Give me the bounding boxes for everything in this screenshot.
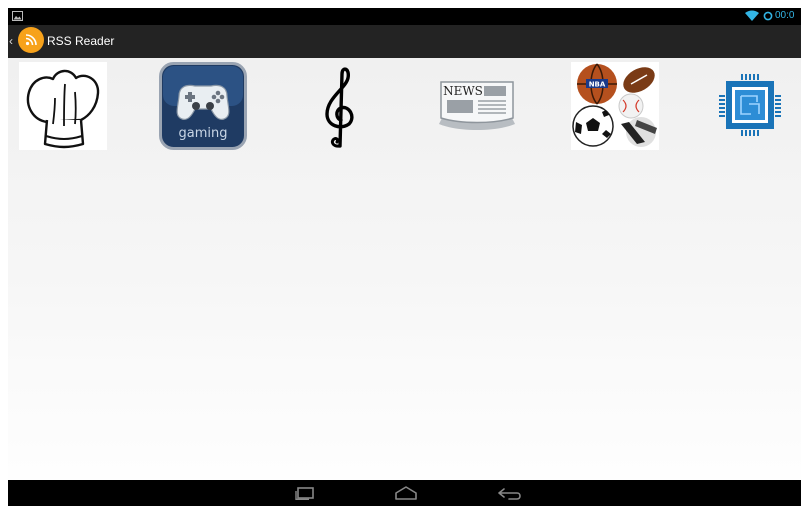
sports-balls-icon: NBA xyxy=(571,62,659,150)
sync-icon xyxy=(763,11,773,21)
status-clock: 00:0 xyxy=(775,10,795,21)
up-caret-icon[interactable]: ‹ xyxy=(9,33,13,49)
wifi-icon xyxy=(745,10,759,21)
chef-hat-icon xyxy=(19,62,107,150)
treble-clef-icon xyxy=(325,67,354,148)
app-title: RSS Reader xyxy=(47,34,115,48)
category-technology[interactable] xyxy=(707,62,795,150)
category-news[interactable]: NEWS xyxy=(433,62,521,150)
gamepad-icon: gaming xyxy=(159,62,247,150)
action-bar: ‹ RSS Reader xyxy=(8,25,801,58)
chip-icon xyxy=(719,74,781,136)
category-sports[interactable]: NBA xyxy=(571,62,659,150)
android-screen: 00:0 ‹ RSS Reader gaming NEWS NBA xyxy=(8,8,801,506)
category-music[interactable] xyxy=(296,62,384,150)
navigation-bar xyxy=(8,480,801,506)
nba-label: NBA xyxy=(589,81,606,89)
image-notification-icon xyxy=(12,11,23,21)
newspaper-icon: NEWS xyxy=(439,81,515,130)
category-cooking[interactable] xyxy=(19,62,107,150)
home-icon[interactable] xyxy=(395,486,417,500)
status-bar: 00:0 xyxy=(8,8,801,25)
category-gaming[interactable]: gaming xyxy=(159,62,247,150)
recent-apps-icon[interactable] xyxy=(294,486,316,500)
gaming-label: gaming xyxy=(179,126,228,141)
back-icon[interactable] xyxy=(497,486,521,500)
rss-icon[interactable] xyxy=(18,27,44,53)
category-grid: gaming NEWS NBA xyxy=(8,58,801,480)
news-label: NEWS xyxy=(443,84,483,98)
